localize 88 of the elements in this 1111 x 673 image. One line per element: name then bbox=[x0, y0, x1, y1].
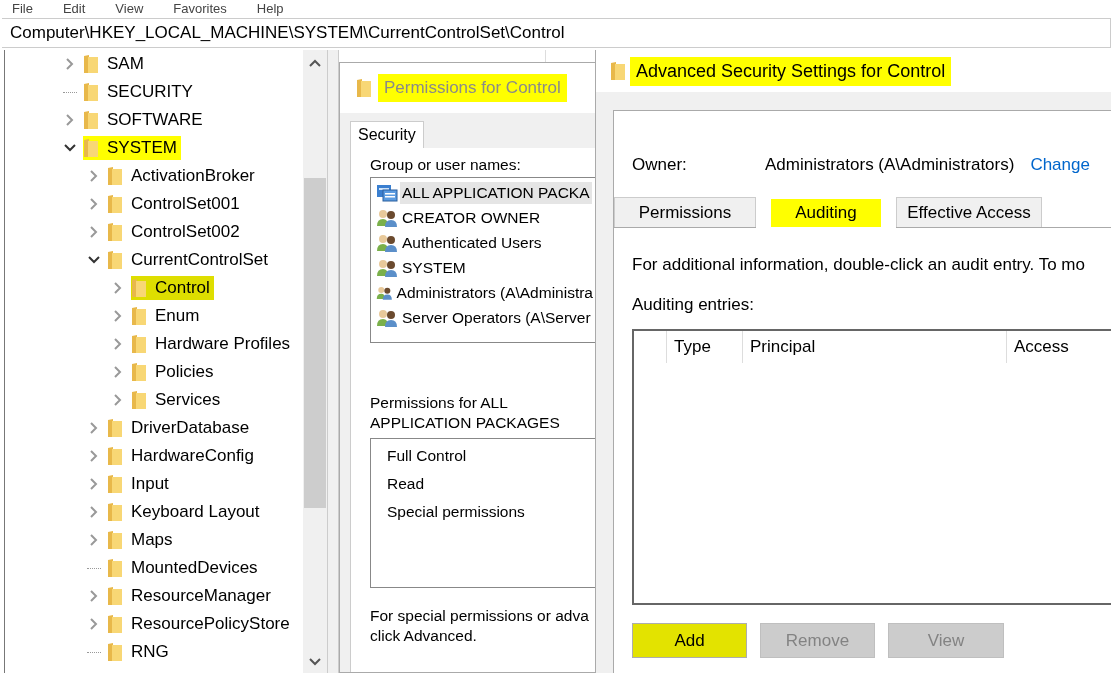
folder-icon bbox=[107, 446, 123, 466]
folder-icon bbox=[107, 250, 123, 270]
folder-icon bbox=[131, 334, 147, 354]
folder-icon bbox=[131, 306, 147, 326]
dialog-title: Advanced Security Settings for Control bbox=[630, 56, 952, 86]
tree-item[interactable]: RNG bbox=[107, 640, 173, 664]
tree-item[interactable]: Policies bbox=[131, 360, 218, 384]
tree-item[interactable]: Control bbox=[131, 276, 214, 300]
folder-icon bbox=[107, 642, 123, 662]
menu-item[interactable]: Help bbox=[256, 0, 284, 16]
folder-icon bbox=[107, 502, 123, 522]
column-header[interactable]: Access bbox=[1006, 331, 1069, 363]
add-button[interactable]: Add bbox=[632, 623, 747, 658]
folder-icon bbox=[131, 278, 147, 298]
user-item[interactable]: ALL APPLICATION PACKA bbox=[400, 181, 592, 204]
owner-value: Administrators (A\Administrators) bbox=[765, 155, 1015, 175]
folder-icon bbox=[83, 110, 99, 130]
user-item[interactable]: Server Operators (A\Server bbox=[400, 306, 593, 329]
scroll-down-icon[interactable] bbox=[308, 657, 322, 667]
folder-icon bbox=[83, 54, 99, 74]
group-label: Group or user names: bbox=[370, 156, 522, 174]
user-item[interactable]: Authenticated Users bbox=[400, 231, 544, 254]
tree-item[interactable]: SYSTEM bbox=[83, 136, 181, 160]
tree-item[interactable]: Hardware Profiles bbox=[131, 332, 295, 356]
tree-item[interactable]: SECURITY bbox=[83, 80, 197, 104]
tree-item[interactable]: Enum bbox=[131, 304, 204, 328]
tree-item[interactable]: Input bbox=[107, 472, 173, 496]
folder-icon bbox=[131, 362, 147, 382]
permission-item: Full Control bbox=[387, 447, 468, 466]
permissions-label: Permissions for ALL APPLICATION PACKAGES bbox=[370, 393, 561, 433]
folder-icon bbox=[356, 78, 372, 98]
address-field[interactable]: Computer\HKEY_LOCAL_MACHINE\SYSTEM\CurrentControlSet\Control bbox=[2, 18, 1111, 48]
users-icon bbox=[376, 258, 398, 277]
user-item[interactable]: SYSTEM bbox=[400, 256, 468, 279]
tree-item[interactable]: Keyboard Layout bbox=[107, 500, 264, 524]
tree-item[interactable]: ControlSet002 bbox=[107, 220, 244, 244]
column-header[interactable]: Type bbox=[666, 331, 742, 363]
tree-item[interactable]: ResourceManager bbox=[107, 584, 275, 608]
tree-item[interactable]: CurrentControlSet bbox=[107, 248, 272, 272]
tree-item[interactable]: ActivationBroker bbox=[107, 164, 259, 188]
change-link[interactable]: Change bbox=[1030, 155, 1090, 175]
package-icon bbox=[376, 183, 398, 202]
menu-item[interactable]: Favorites bbox=[173, 0, 227, 16]
help-text: For special permissions or adva click Advanced. bbox=[370, 606, 590, 646]
permission-item: Special permissions bbox=[387, 503, 526, 522]
column-header[interactable]: Principal bbox=[742, 331, 1006, 363]
tab[interactable]: Effective Access bbox=[896, 197, 1042, 227]
folder-icon bbox=[107, 418, 123, 438]
folder-icon bbox=[107, 222, 123, 242]
tree-item[interactable]: Maps bbox=[107, 528, 177, 552]
menu-item[interactable]: Edit bbox=[62, 0, 86, 16]
tree-item[interactable]: Services bbox=[131, 388, 225, 412]
owner-label: Owner: bbox=[632, 155, 688, 175]
users-icon bbox=[376, 233, 398, 252]
folder-icon bbox=[107, 530, 123, 550]
tree-item[interactable]: HardwareConfig bbox=[107, 444, 258, 468]
permission-item: Read bbox=[387, 475, 426, 494]
menu-item[interactable]: View bbox=[115, 0, 144, 16]
tab[interactable]: Security bbox=[350, 121, 424, 148]
scrollbar[interactable] bbox=[303, 50, 327, 673]
folder-icon bbox=[610, 61, 626, 81]
user-list[interactable]: ALL APPLICATION PACKA CREATOR OWNER Authenticated Users SYSTEM Administrators (A\Administra Server Operators (A\Server bbox=[370, 177, 595, 343]
tab[interactable]: Permissions bbox=[614, 197, 756, 227]
menu-item[interactable]: File bbox=[12, 0, 33, 16]
folder-icon bbox=[107, 614, 123, 634]
tree-item[interactable]: ResourcePolicyStore bbox=[107, 612, 294, 636]
scroll-up-icon[interactable] bbox=[308, 58, 322, 68]
tab[interactable]: Auditing bbox=[756, 196, 896, 228]
folder-icon bbox=[107, 166, 123, 186]
info-text: For additional information, double-click an audit entry. To mo bbox=[632, 255, 1086, 275]
tree-item[interactable]: MountedDevices bbox=[107, 556, 262, 580]
user-item[interactable]: Administrators (A\Administra bbox=[394, 281, 595, 304]
tree-item[interactable]: SOFTWARE bbox=[83, 108, 207, 132]
entries-label: Auditing entries: bbox=[632, 295, 755, 315]
folder-icon bbox=[107, 194, 123, 214]
folder-icon bbox=[83, 82, 99, 102]
folder-icon bbox=[83, 138, 99, 158]
tree-item[interactable]: ControlSet001 bbox=[107, 192, 244, 216]
users-icon bbox=[376, 208, 398, 227]
folder-icon bbox=[107, 586, 123, 606]
folder-icon bbox=[107, 558, 123, 578]
users-icon bbox=[376, 308, 398, 327]
tree-item[interactable]: SAM bbox=[83, 52, 148, 76]
tree-item[interactable]: DriverDatabase bbox=[107, 416, 254, 440]
folder-icon bbox=[107, 474, 123, 494]
folder-icon bbox=[131, 390, 147, 410]
user-item[interactable]: CREATOR OWNER bbox=[400, 206, 543, 229]
dialog-title: Permissions for Control bbox=[378, 74, 567, 102]
